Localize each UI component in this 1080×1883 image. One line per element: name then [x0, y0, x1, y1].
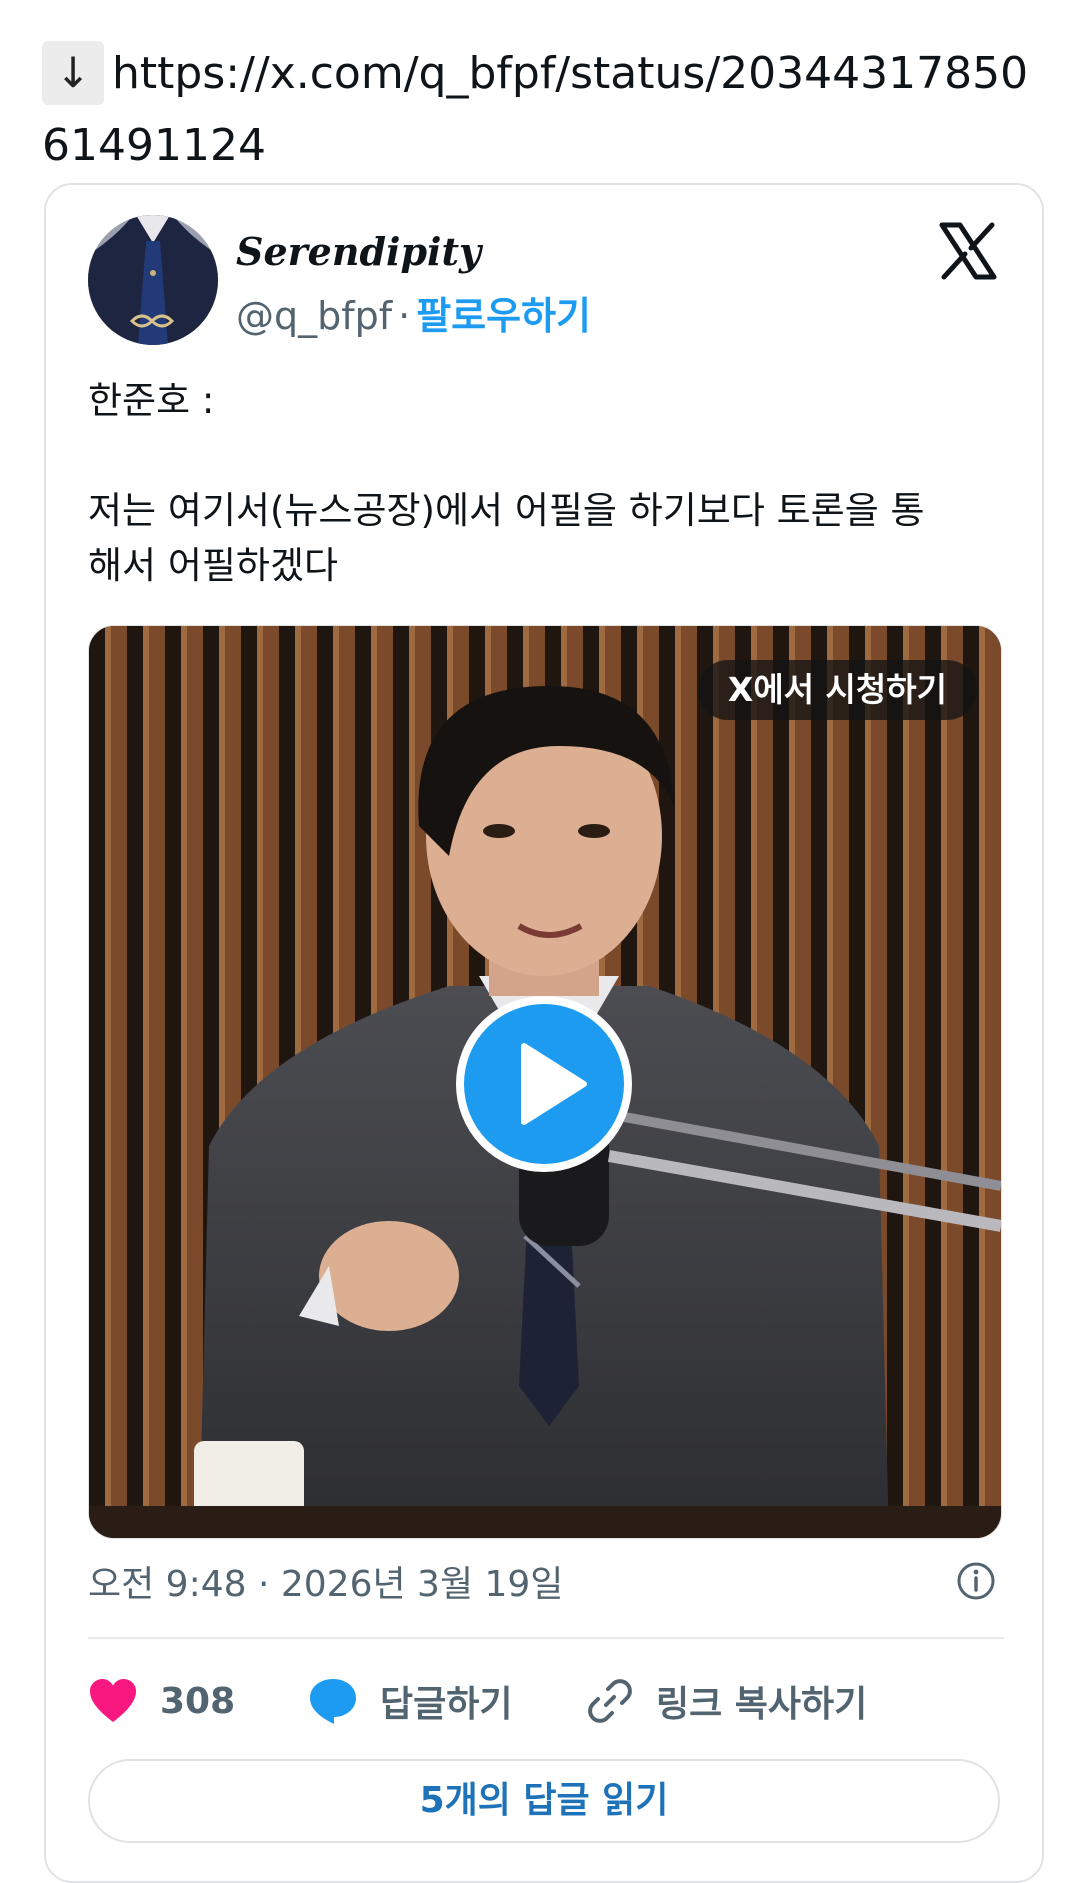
heart-icon — [90, 1679, 136, 1722]
watch-on-x-button[interactable]: X에서 시청하기 — [697, 660, 977, 720]
play-button[interactable] — [456, 996, 632, 1172]
x-logo-icon[interactable] — [938, 221, 998, 281]
handle-row: @q_bfpf · 팔로우하기 — [236, 285, 591, 340]
display-name[interactable]: Serendipity — [236, 229, 481, 274]
reply-button[interactable]: 답글하기 — [308, 1671, 512, 1731]
video-thumbnail[interactable]: X에서 시청하기 — [88, 625, 1002, 1539]
reply-label: 답글하기 — [380, 1684, 513, 1725]
info-icon[interactable] — [956, 1561, 996, 1601]
tweet-card: Serendipity @q_bfpf · 팔로우하기 한준호 : 저는 여기서(뉴… — [44, 183, 1044, 1883]
avatar[interactable] — [88, 215, 218, 345]
read-replies-button[interactable]: 5개의 답글 읽기 — [88, 1759, 1000, 1843]
like-button[interactable]: 308 — [88, 1671, 235, 1731]
status-url[interactable]: https://x.com/q_bfpf/status/203443178506… — [42, 48, 1028, 171]
tweet-timestamp[interactable]: 오전 9:48 · 2026년 3월 19일 — [88, 1555, 563, 1607]
status-link[interactable]: ↓ https://x.com/q_bfpf/status/20344317850… — [42, 38, 1052, 182]
copy-link-button[interactable]: 링크 복사하기 — [586, 1671, 867, 1731]
play-icon — [521, 1043, 587, 1125]
tweet-text: 한준호 : 저는 여기서(뉴스공장)에서 어필을 하기보다 토론을 통 해서 어… — [88, 379, 925, 587]
link-icon — [588, 1679, 632, 1723]
separator-dot: · — [398, 294, 411, 338]
divider — [88, 1637, 1004, 1639]
copy-link-label: 링크 복사하기 — [656, 1684, 868, 1725]
down-arrow-icon: ↓ — [42, 41, 104, 105]
follow-button[interactable]: 팔로우하기 — [416, 294, 591, 338]
user-handle[interactable]: @q_bfpf — [236, 294, 392, 338]
speech-bubble-icon — [310, 1679, 356, 1724]
like-count: 308 — [160, 1680, 236, 1722]
